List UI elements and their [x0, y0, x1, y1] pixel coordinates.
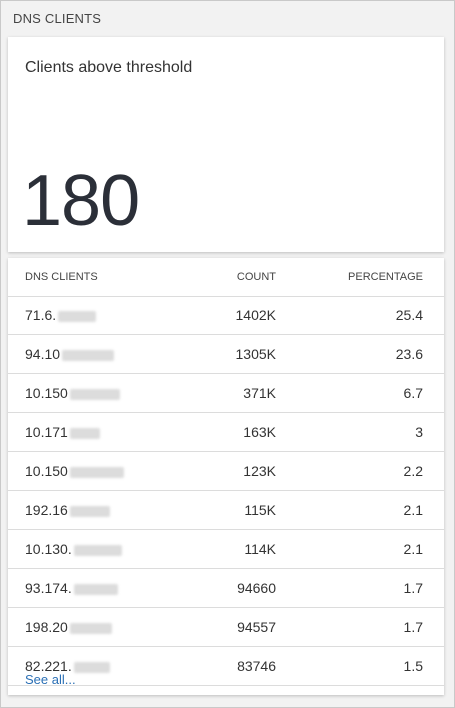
- redacted-block: [69, 466, 124, 478]
- redacted-block: [69, 388, 120, 400]
- redacted-block: [73, 544, 122, 556]
- count-cell: 94557: [237, 619, 276, 635]
- header-percentage: PERCENTAGE: [348, 271, 423, 283]
- list-header: DNS CLIENTS COUNT PERCENTAGE: [8, 258, 444, 297]
- table-row[interactable]: 10.150 123K 2.2: [8, 452, 444, 491]
- client-cell: 10.150: [25, 463, 124, 479]
- count-cell: 163K: [243, 424, 276, 440]
- count-cell: 94660: [237, 580, 276, 596]
- dns-clients-list: DNS CLIENTS COUNT PERCENTAGE 71.6. 1402K…: [8, 258, 444, 695]
- percentage-cell: 3: [415, 424, 423, 440]
- percentage-cell: 1.7: [403, 619, 423, 635]
- header-dns-clients: DNS CLIENTS: [25, 271, 98, 283]
- table-row[interactable]: 10.171 163K 3: [8, 413, 444, 452]
- table-row[interactable]: 10.130. 114K 2.1: [8, 530, 444, 569]
- count-cell: 114K: [244, 541, 276, 557]
- count-cell: 1305K: [235, 346, 276, 362]
- kpi-value: 180: [22, 161, 140, 241]
- percentage-cell: 6.7: [403, 385, 423, 401]
- percentage-cell: 2.2: [403, 463, 423, 479]
- table-row[interactable]: 71.6. 1402K 25.4: [8, 296, 444, 335]
- header-count: COUNT: [236, 271, 276, 283]
- client-cell: 192.16: [25, 502, 110, 518]
- redacted-block: [73, 583, 118, 595]
- percentage-cell: 2.1: [403, 502, 423, 518]
- redacted-block: [69, 622, 112, 634]
- percentage-cell: 25.4: [395, 307, 423, 323]
- table-row[interactable]: 198.20 94557 1.7: [8, 608, 444, 647]
- client-cell: 10.150: [25, 385, 120, 401]
- count-cell: 1402K: [235, 307, 276, 323]
- client-cell: 10.130.: [25, 541, 122, 557]
- count-cell: 115K: [244, 502, 276, 518]
- table-row[interactable]: 94.10 1305K 23.6: [8, 335, 444, 374]
- redacted-block: [69, 427, 100, 439]
- dns-clients-tile: DNS CLIENTS Clients above threshold 180 …: [0, 0, 455, 708]
- count-cell: 83746: [237, 658, 276, 674]
- percentage-cell: 2.1: [403, 541, 423, 557]
- redacted-block: [62, 349, 115, 361]
- table-row[interactable]: 93.174. 94660 1.7: [8, 569, 444, 608]
- client-cell: 93.174.: [25, 580, 118, 596]
- count-cell: 371K: [243, 385, 276, 401]
- client-cell: 10.171: [25, 424, 100, 440]
- kpi-card[interactable]: Clients above threshold 180: [8, 37, 444, 252]
- redacted-block: [73, 661, 110, 673]
- percentage-cell: 1.5: [403, 658, 423, 674]
- redacted-block: [69, 505, 110, 517]
- table-row[interactable]: 10.150 371K 6.7: [8, 374, 444, 413]
- redacted-block: [58, 310, 97, 322]
- percentage-cell: 23.6: [395, 346, 423, 362]
- client-cell: 198.20: [25, 619, 112, 635]
- see-all-link[interactable]: See all...: [25, 672, 76, 687]
- tile-title: DNS CLIENTS: [13, 11, 102, 26]
- rows: 71.6. 1402K 25.4 94.10 1305K 23.6 10.150…: [8, 296, 444, 686]
- count-cell: 123K: [243, 463, 276, 479]
- table-row[interactable]: 192.16 115K 2.1: [8, 491, 444, 530]
- client-cell: 71.6.: [25, 307, 97, 323]
- kpi-label: Clients above threshold: [25, 59, 193, 76]
- percentage-cell: 1.7: [403, 580, 423, 596]
- client-cell: 94.10: [25, 346, 115, 362]
